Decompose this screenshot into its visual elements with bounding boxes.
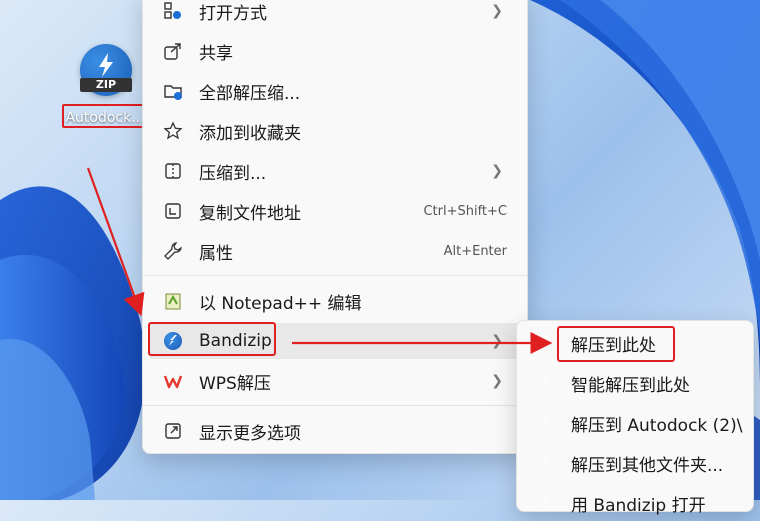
menu-item-share[interactable]: 共享 bbox=[149, 33, 521, 69]
submenu-item-extract-to-folder[interactable]: 解压到 Autodock (2)\ bbox=[523, 405, 747, 441]
menu-item-label: 打开方式 bbox=[199, 3, 267, 24]
submenu-item-label: 用 Bandizip 打开 bbox=[571, 495, 706, 516]
bandizip-icon bbox=[537, 332, 559, 354]
menu-item-label: WPS解压 bbox=[199, 373, 271, 394]
bandizip-icon bbox=[537, 412, 559, 434]
bandizip-icon bbox=[537, 372, 559, 394]
more-options-icon bbox=[161, 419, 185, 443]
menu-separator bbox=[143, 405, 527, 406]
menu-item-open-with[interactable]: 打开方式 ❯ bbox=[149, 0, 521, 29]
highlight-box-extract-here bbox=[557, 326, 675, 362]
submenu-item-label: 解压到其他文件夹... bbox=[571, 455, 724, 476]
chevron-right-icon: ❯ bbox=[491, 333, 503, 349]
chevron-right-icon: ❯ bbox=[491, 3, 503, 19]
submenu-item-label: 解压到 Autodock (2)\ bbox=[571, 415, 743, 436]
wrench-icon bbox=[161, 239, 185, 263]
highlight-box-bandizip bbox=[148, 322, 276, 356]
menu-separator bbox=[143, 275, 527, 276]
menu-item-shortcut: Ctrl+Shift+C bbox=[423, 203, 507, 219]
menu-item-more-options[interactable]: 显示更多选项 bbox=[149, 413, 521, 449]
extract-all-icon bbox=[161, 79, 185, 103]
menu-item-label: 共享 bbox=[199, 43, 233, 64]
desktop-zip-file[interactable]: ZIP Autodock... bbox=[60, 42, 150, 140]
bandizip-icon bbox=[537, 492, 559, 514]
compress-icon bbox=[161, 159, 185, 183]
menu-item-add-favorites[interactable]: 添加到收藏夹 bbox=[149, 113, 521, 149]
submenu-item-open-with-bandizip[interactable]: 用 Bandizip 打开 bbox=[523, 485, 747, 521]
menu-item-label: 全部解压缩... bbox=[199, 83, 301, 104]
menu-item-notepad-plus-plus[interactable]: 以 Notepad++ 编辑 bbox=[149, 283, 521, 319]
menu-item-label: 以 Notepad++ 编辑 bbox=[199, 293, 362, 314]
menu-item-copy-path[interactable]: 复制文件地址 Ctrl+Shift+C bbox=[149, 193, 521, 229]
submenu-item-smart-extract[interactable]: 智能解压到此处 bbox=[523, 365, 747, 401]
menu-item-label: 压缩到... bbox=[199, 163, 267, 184]
star-icon bbox=[161, 119, 185, 143]
bandizip-icon bbox=[537, 452, 559, 474]
menu-item-compress-to[interactable]: 压缩到... ❯ bbox=[149, 153, 521, 189]
chevron-right-icon: ❯ bbox=[491, 373, 503, 389]
menu-item-label: 属性 bbox=[199, 243, 233, 264]
menu-item-shortcut: Alt+Enter bbox=[443, 243, 507, 259]
submenu-item-label: 智能解压到此处 bbox=[571, 375, 690, 396]
share-icon bbox=[161, 39, 185, 63]
menu-item-extract-all[interactable]: 全部解压缩... bbox=[149, 73, 521, 109]
context-menu: 打开方式 ❯ 共享 全部解压缩... 添加到收藏夹 压缩到... ❯ 复制文件地… bbox=[142, 0, 528, 454]
menu-item-properties[interactable]: 属性 Alt+Enter bbox=[149, 233, 521, 269]
zip-badge-label: ZIP bbox=[80, 78, 132, 92]
notepad-plus-plus-icon bbox=[161, 289, 185, 313]
chevron-right-icon: ❯ bbox=[491, 163, 503, 179]
submenu-item-extract-other[interactable]: 解压到其他文件夹... bbox=[523, 445, 747, 481]
open-with-icon bbox=[161, 0, 185, 23]
desktop-file-name: Autodock... bbox=[62, 104, 148, 128]
menu-item-label: 添加到收藏夹 bbox=[199, 123, 301, 144]
menu-item-wps-extract[interactable]: WPS解压 ❯ bbox=[149, 363, 521, 399]
menu-item-label: 显示更多选项 bbox=[199, 423, 301, 444]
menu-item-label: 复制文件地址 bbox=[199, 203, 301, 224]
copy-path-icon bbox=[161, 199, 185, 223]
wps-icon bbox=[161, 369, 185, 393]
